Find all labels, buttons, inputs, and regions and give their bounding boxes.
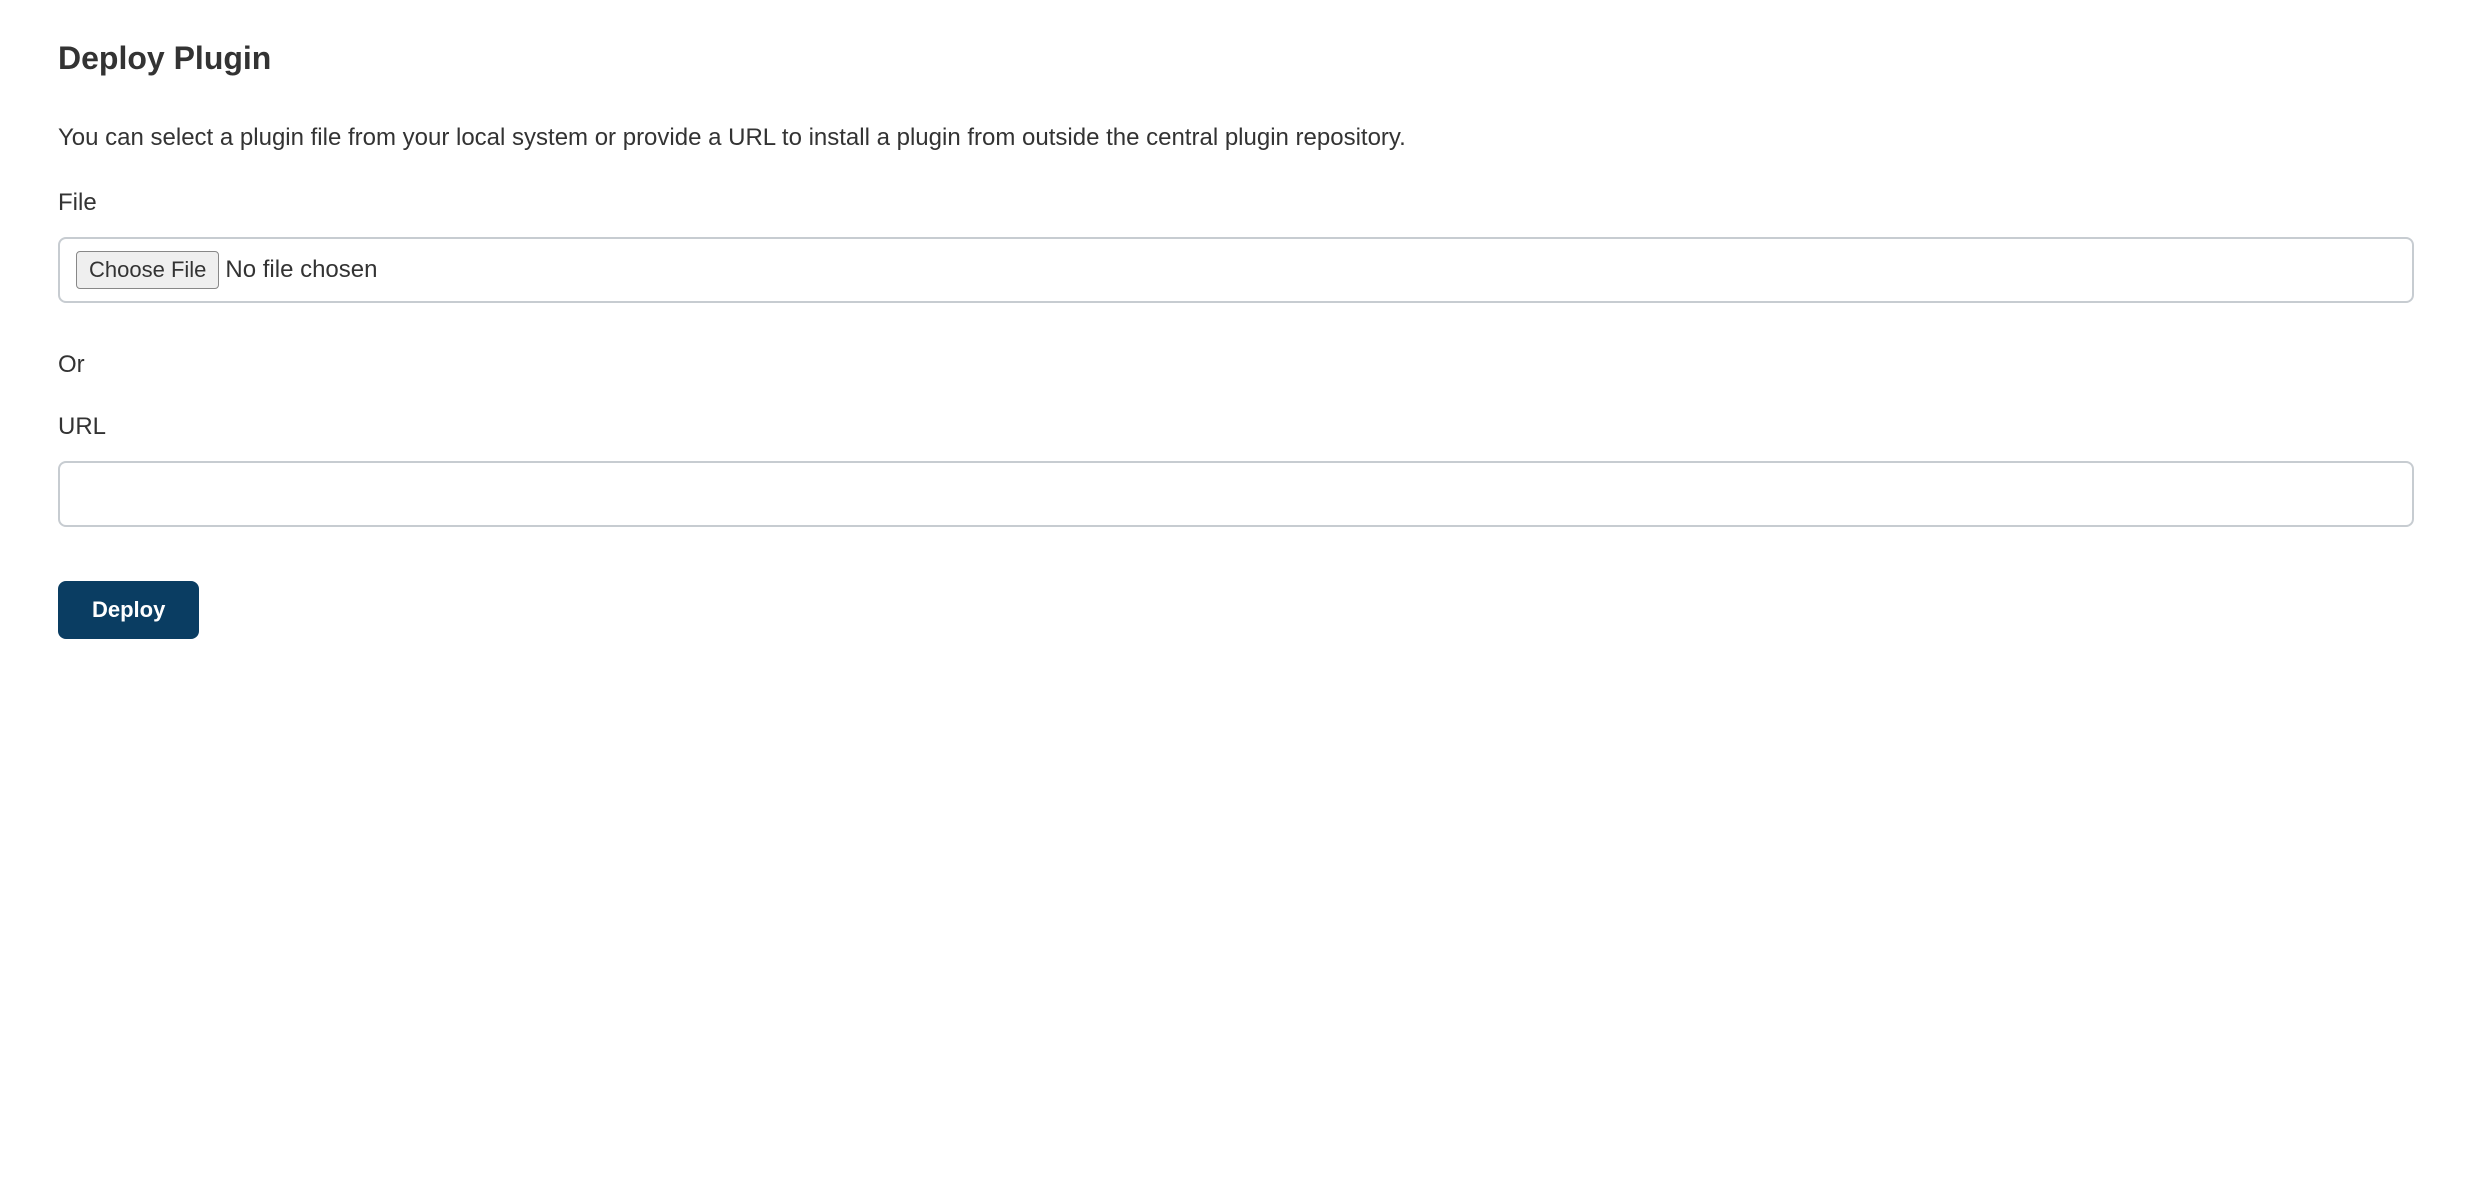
file-chosen-status: No file chosen [225, 256, 377, 284]
page-title: Deploy Plugin [58, 40, 2414, 77]
deploy-button[interactable]: Deploy [58, 581, 199, 639]
file-field-label: File [58, 189, 2414, 217]
page-description: You can select a plugin file from your l… [58, 121, 2414, 155]
or-separator: Or [58, 351, 2414, 379]
url-field-label: URL [58, 413, 2414, 441]
url-input[interactable] [58, 461, 2414, 527]
file-input-container[interactable]: Choose File No file chosen [58, 237, 2414, 303]
choose-file-button[interactable]: Choose File [76, 251, 219, 289]
